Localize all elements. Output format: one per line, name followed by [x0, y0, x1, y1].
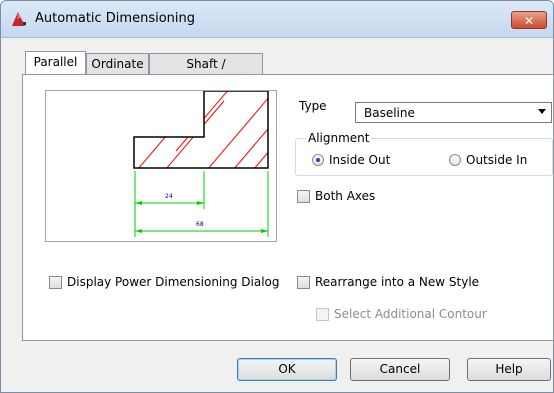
tab-parallel[interactable]: Parallel — [25, 51, 86, 74]
select-contour-checkbox[interactable] — [316, 308, 329, 321]
outside-in-label: Outside In — [466, 153, 528, 167]
rearrange-checkbox[interactable] — [297, 276, 310, 289]
inside-out-radio[interactable] — [312, 154, 324, 166]
dimension-text-small: 24 — [165, 193, 173, 200]
display-power-dim-label: Display Power Dimensioning Dialog — [67, 275, 280, 289]
preview-image: 24 68 — [45, 90, 277, 242]
type-dropdown[interactable]: Baseline — [355, 102, 552, 123]
cancel-button[interactable]: Cancel — [350, 358, 450, 381]
arrow-icon — [197, 201, 204, 205]
ok-button[interactable]: OK — [237, 358, 337, 381]
display-power-dim-checkbox[interactable] — [49, 276, 62, 289]
type-label: Type — [299, 99, 327, 113]
both-axes-label: Both Axes — [315, 189, 376, 203]
tab-shaft-symmetric[interactable]: Shaft / Symmetric — [149, 53, 263, 91]
dimension-text-large: 68 — [196, 221, 204, 228]
select-contour-label: Select Additional Contour — [334, 307, 487, 321]
parallel-panel: 24 68 Type Baseline Alignment Inside Out… — [22, 74, 554, 341]
title-bar[interactable]: Automatic Dimensioning ✕ — [1, 1, 553, 38]
automatic-dimensioning-dialog: Automatic Dimensioning ✕ Parallel Ordina… — [0, 0, 554, 393]
close-button[interactable]: ✕ — [511, 11, 547, 29]
app-icon — [12, 12, 26, 26]
part-outline — [133, 90, 269, 169]
arrow-icon — [135, 201, 142, 205]
outside-in-radio[interactable] — [449, 154, 461, 166]
help-button[interactable]: Help — [467, 358, 551, 381]
close-icon: ✕ — [523, 14, 535, 28]
rearrange-label: Rearrange into a New Style — [315, 275, 480, 289]
alignment-title: Alignment — [306, 131, 372, 145]
dimension-preview-drawing: 24 68 — [133, 90, 269, 237]
window-title: Automatic Dimensioning — [35, 11, 196, 26]
tab-ordinate[interactable]: Ordinate — [86, 53, 149, 74]
alignment-group: Alignment Inside Out Outside In — [295, 131, 553, 176]
arrow-icon — [261, 229, 268, 233]
chevron-down-icon — [538, 109, 546, 114]
both-axes-checkbox[interactable] — [297, 190, 310, 203]
inside-out-label: Inside Out — [329, 153, 391, 167]
type-dropdown-value: Baseline — [364, 106, 415, 120]
arrow-icon — [135, 229, 142, 233]
